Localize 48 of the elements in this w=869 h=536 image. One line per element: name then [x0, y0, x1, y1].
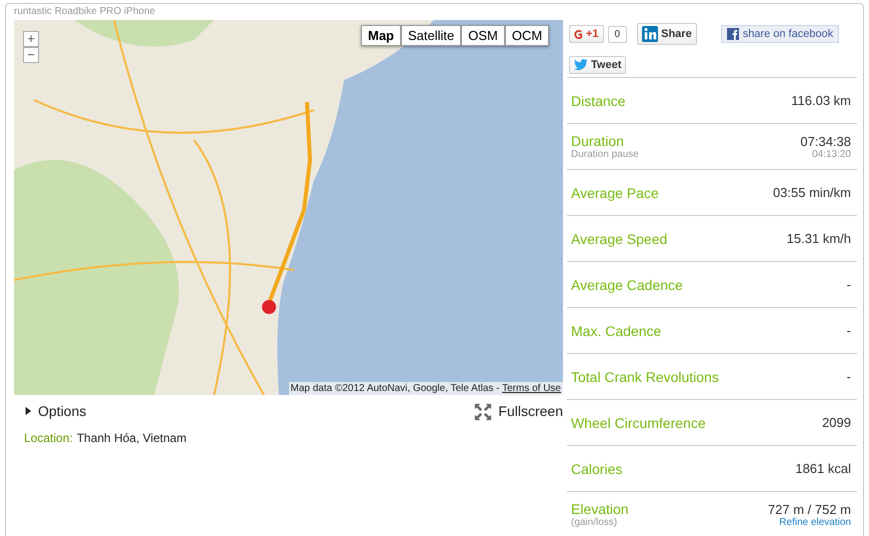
map-type-button[interactable]: OCM [504, 25, 550, 46]
stat-label: Total Crank Revolutions [571, 368, 719, 384]
app-title: runtastic Roadbike PRO iPhone [13, 5, 156, 19]
map-type-button[interactable]: OSM [461, 25, 505, 46]
map-type-button[interactable]: Map [361, 25, 401, 46]
bird-icon [574, 59, 588, 70]
stat-value: 2099 [822, 415, 851, 430]
facebook-share-button[interactable]: share on facebook [720, 25, 840, 44]
triangle-icon [24, 407, 32, 415]
stat-label: Elevation [571, 501, 629, 517]
stat-label: Average Cadence [571, 276, 683, 292]
location-label: Location: [24, 431, 73, 445]
stat-value: - [846, 323, 851, 338]
options-toggle[interactable]: Options [24, 403, 86, 419]
plus-one-count: 0 [608, 26, 628, 43]
fullscreen-button[interactable]: Fullscreen [474, 403, 563, 423]
zoom-in-button[interactable]: + [23, 31, 39, 47]
stat-value: 116.03 km [791, 93, 851, 108]
stat-label: Average Speed [571, 230, 668, 246]
stat-label: Distance [571, 92, 626, 108]
g-logo-icon [574, 28, 583, 40]
linkedin-logo-icon [642, 26, 658, 42]
stat-value: - [846, 277, 851, 292]
map-attribution: Map data ©2012 AutoNavi, Google, Tele Atlas - [290, 383, 500, 394]
google-plus-button[interactable]: +1 [569, 25, 604, 44]
stat-sublabel: Duration pause [571, 149, 639, 160]
stat-value: 07:34:38 [800, 134, 851, 148]
stat-value: 727 m / 752 m [768, 502, 851, 516]
location-value: Thanh Hóa, Vietnam [76, 431, 187, 445]
stat-label: Max. Cadence [571, 322, 662, 338]
stat-label: Average Pace [571, 184, 659, 200]
stat-label: Duration [571, 133, 625, 149]
stat-label: Calories [571, 460, 622, 476]
stat-value: 1861 kcal [795, 461, 851, 476]
stat-subvalue: 04:13:20 [812, 148, 851, 160]
terms-link[interactable]: Terms of Use [502, 383, 561, 394]
refine-elevation-link[interactable]: Refine elevation [779, 516, 851, 528]
stat-value: 03:55 min/km [772, 185, 851, 200]
linkedin-share-button[interactable]: Share [637, 23, 697, 46]
tweet-button[interactable]: Tweet [569, 56, 626, 74]
stat-label: Wheel Circumference [571, 414, 706, 430]
stat-sublabel: (gain/loss) [571, 517, 618, 528]
expand-icon [474, 403, 492, 421]
stat-value: - [846, 369, 851, 384]
map-type-button[interactable]: Satellite [401, 25, 462, 46]
stat-value: 15.31 km/h [786, 231, 851, 246]
facebook-logo-icon [726, 28, 739, 40]
zoom-out-button[interactable]: − [23, 47, 39, 63]
